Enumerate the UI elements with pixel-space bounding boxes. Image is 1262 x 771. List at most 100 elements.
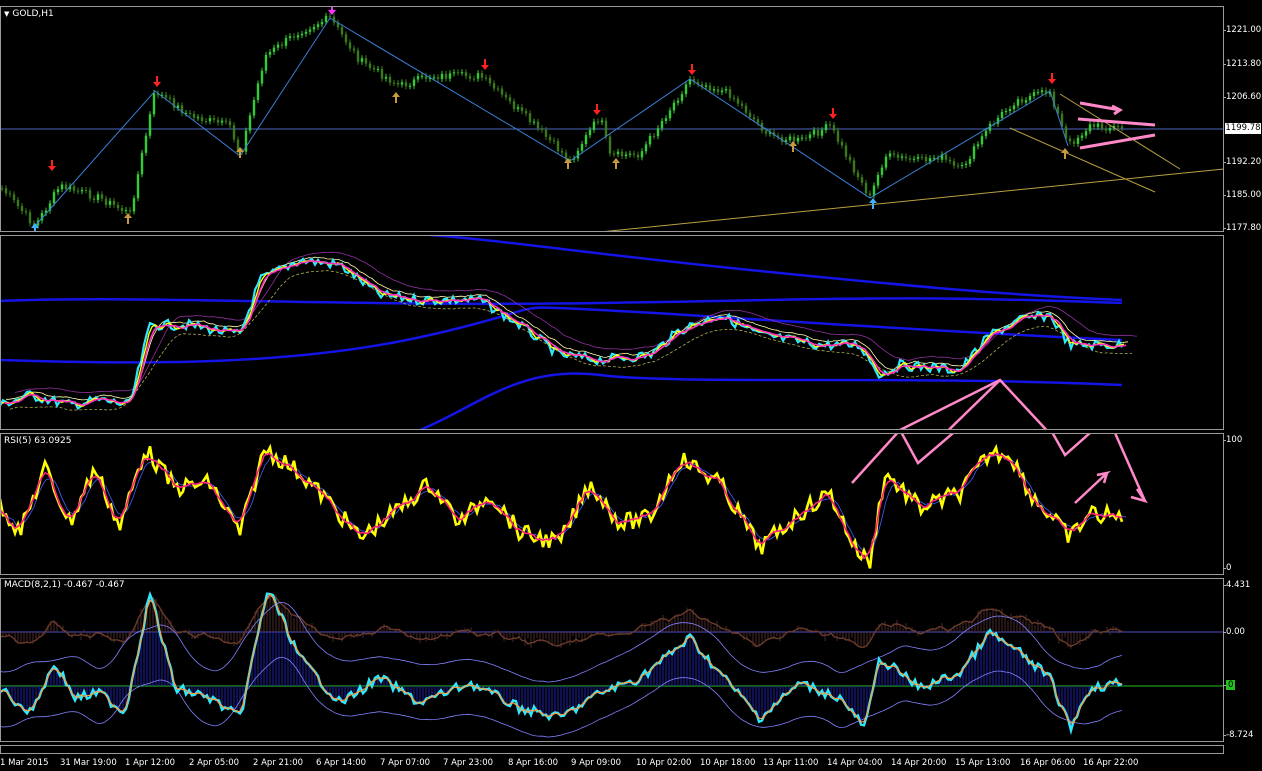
candle-body (204, 121, 208, 123)
candle-body (424, 75, 428, 79)
candle-body (752, 117, 756, 120)
candle-body (24, 211, 28, 213)
candle-body (948, 159, 952, 162)
candle-body (284, 38, 288, 46)
macd-label: MACD(8,2,1) -0.467 -0.467 (4, 580, 125, 590)
candle-body (528, 113, 532, 122)
candle-body (1024, 100, 1028, 103)
candle-body (368, 63, 372, 68)
candle-body (604, 120, 608, 137)
candle-body (812, 130, 816, 135)
bands-indicator-pane[interactable] (0, 235, 1224, 430)
rsi-tick: 0 (1222, 563, 1232, 573)
pink-annotation (1079, 101, 1123, 116)
dropdown-triangle-icon[interactable]: ▼ (4, 10, 9, 18)
candle-body (328, 15, 332, 17)
candle-body (504, 94, 508, 98)
candle-body (716, 89, 720, 93)
price-chart-canvas[interactable] (0, 6, 1224, 232)
candle-body (488, 77, 492, 84)
candle-body (84, 190, 88, 192)
candle-body (1020, 99, 1024, 103)
rsi-indicator-canvas[interactable] (0, 433, 1224, 575)
candle-body (168, 97, 172, 99)
candle-body (904, 156, 908, 159)
candle-body (116, 204, 120, 209)
candle-body (920, 156, 924, 158)
rsi-indicator-pane[interactable]: RSI(5) 63.0925 (0, 433, 1224, 575)
candle-body (808, 134, 812, 139)
candle-body (740, 103, 744, 106)
candle-body (944, 154, 948, 160)
candle-body (52, 192, 56, 204)
candle-body (892, 153, 896, 155)
candle-body (916, 156, 920, 159)
candle-body (388, 76, 392, 83)
candle-body (792, 136, 796, 142)
candle-body (984, 130, 988, 137)
candle-body (952, 161, 956, 166)
candle-body (596, 121, 600, 123)
candle-body (352, 48, 356, 51)
sell-arrow-icon (48, 160, 56, 171)
candle-body (720, 90, 724, 93)
candle-body (264, 54, 268, 71)
rsi-envelope (3, 454, 1127, 555)
candle-body (0, 188, 4, 190)
bands-indicator-canvas[interactable] (0, 235, 1224, 430)
price-tick: 1213.80 (1222, 59, 1262, 69)
candle-body (300, 33, 304, 36)
candle-body (56, 189, 60, 193)
candle-body (484, 77, 488, 79)
candle-body (92, 198, 96, 200)
price-tick: 1206.60 (1222, 92, 1262, 102)
slow-average (9, 270, 1133, 411)
candle-body (888, 153, 892, 157)
candle-body (304, 31, 308, 34)
candle-body (912, 158, 916, 160)
candle-body (644, 144, 648, 152)
price-tick: 1221.00 (1222, 25, 1262, 35)
macd-indicator-pane[interactable]: MACD(8,2,1) -0.467 -0.467 (0, 578, 1224, 742)
candle-body (268, 51, 272, 55)
candle-body (364, 58, 368, 64)
candle-body (348, 42, 352, 49)
time-label: 13 Apr 11:00 (763, 758, 819, 768)
time-label: 7 Apr 07:00 (380, 758, 431, 768)
candle-body (1028, 96, 1032, 101)
candle-body (980, 136, 984, 145)
candle-body (104, 198, 108, 205)
candle-body (712, 89, 716, 91)
candle-body (152, 93, 156, 115)
candle-body (140, 152, 144, 175)
sell-arrow-icon (688, 64, 696, 75)
candle-body (516, 107, 520, 109)
price-chart-pane[interactable]: ▼ GOLD,H1 (0, 6, 1224, 232)
time-axis[interactable]: 1 Mar 2015 31 Mar 19:00 1 Apr 12:00 2 Ap… (0, 757, 1224, 771)
candle-body (1032, 92, 1036, 97)
candle-body (820, 130, 824, 136)
candle-body (816, 130, 820, 136)
signal-line (1, 260, 1125, 407)
macd-tick: 0 (1222, 680, 1236, 690)
candle-body (900, 156, 904, 158)
candle-body (964, 163, 968, 166)
candle-body (272, 47, 276, 52)
macd-indicator-canvas[interactable] (0, 578, 1224, 742)
time-label: 8 Apr 16:00 (508, 758, 559, 768)
candle-body (612, 153, 616, 155)
candle-body (1000, 111, 1004, 118)
candle-body (960, 165, 964, 167)
candle-body (684, 84, 688, 95)
candle-body (460, 72, 464, 74)
candle-body (292, 36, 296, 38)
scrollbar-strip[interactable] (0, 745, 1224, 754)
candle-body (400, 82, 404, 85)
time-label: 10 Apr 18:00 (700, 758, 756, 768)
candle-body (436, 77, 440, 79)
candle-body (928, 158, 932, 162)
candle-body (932, 157, 936, 159)
candle-body (396, 82, 400, 85)
time-label: 7 Apr 23:00 (443, 758, 494, 768)
price-axis[interactable]: 1221.00 1213.80 1206.60 1192.20 1185.00 … (1222, 0, 1262, 757)
